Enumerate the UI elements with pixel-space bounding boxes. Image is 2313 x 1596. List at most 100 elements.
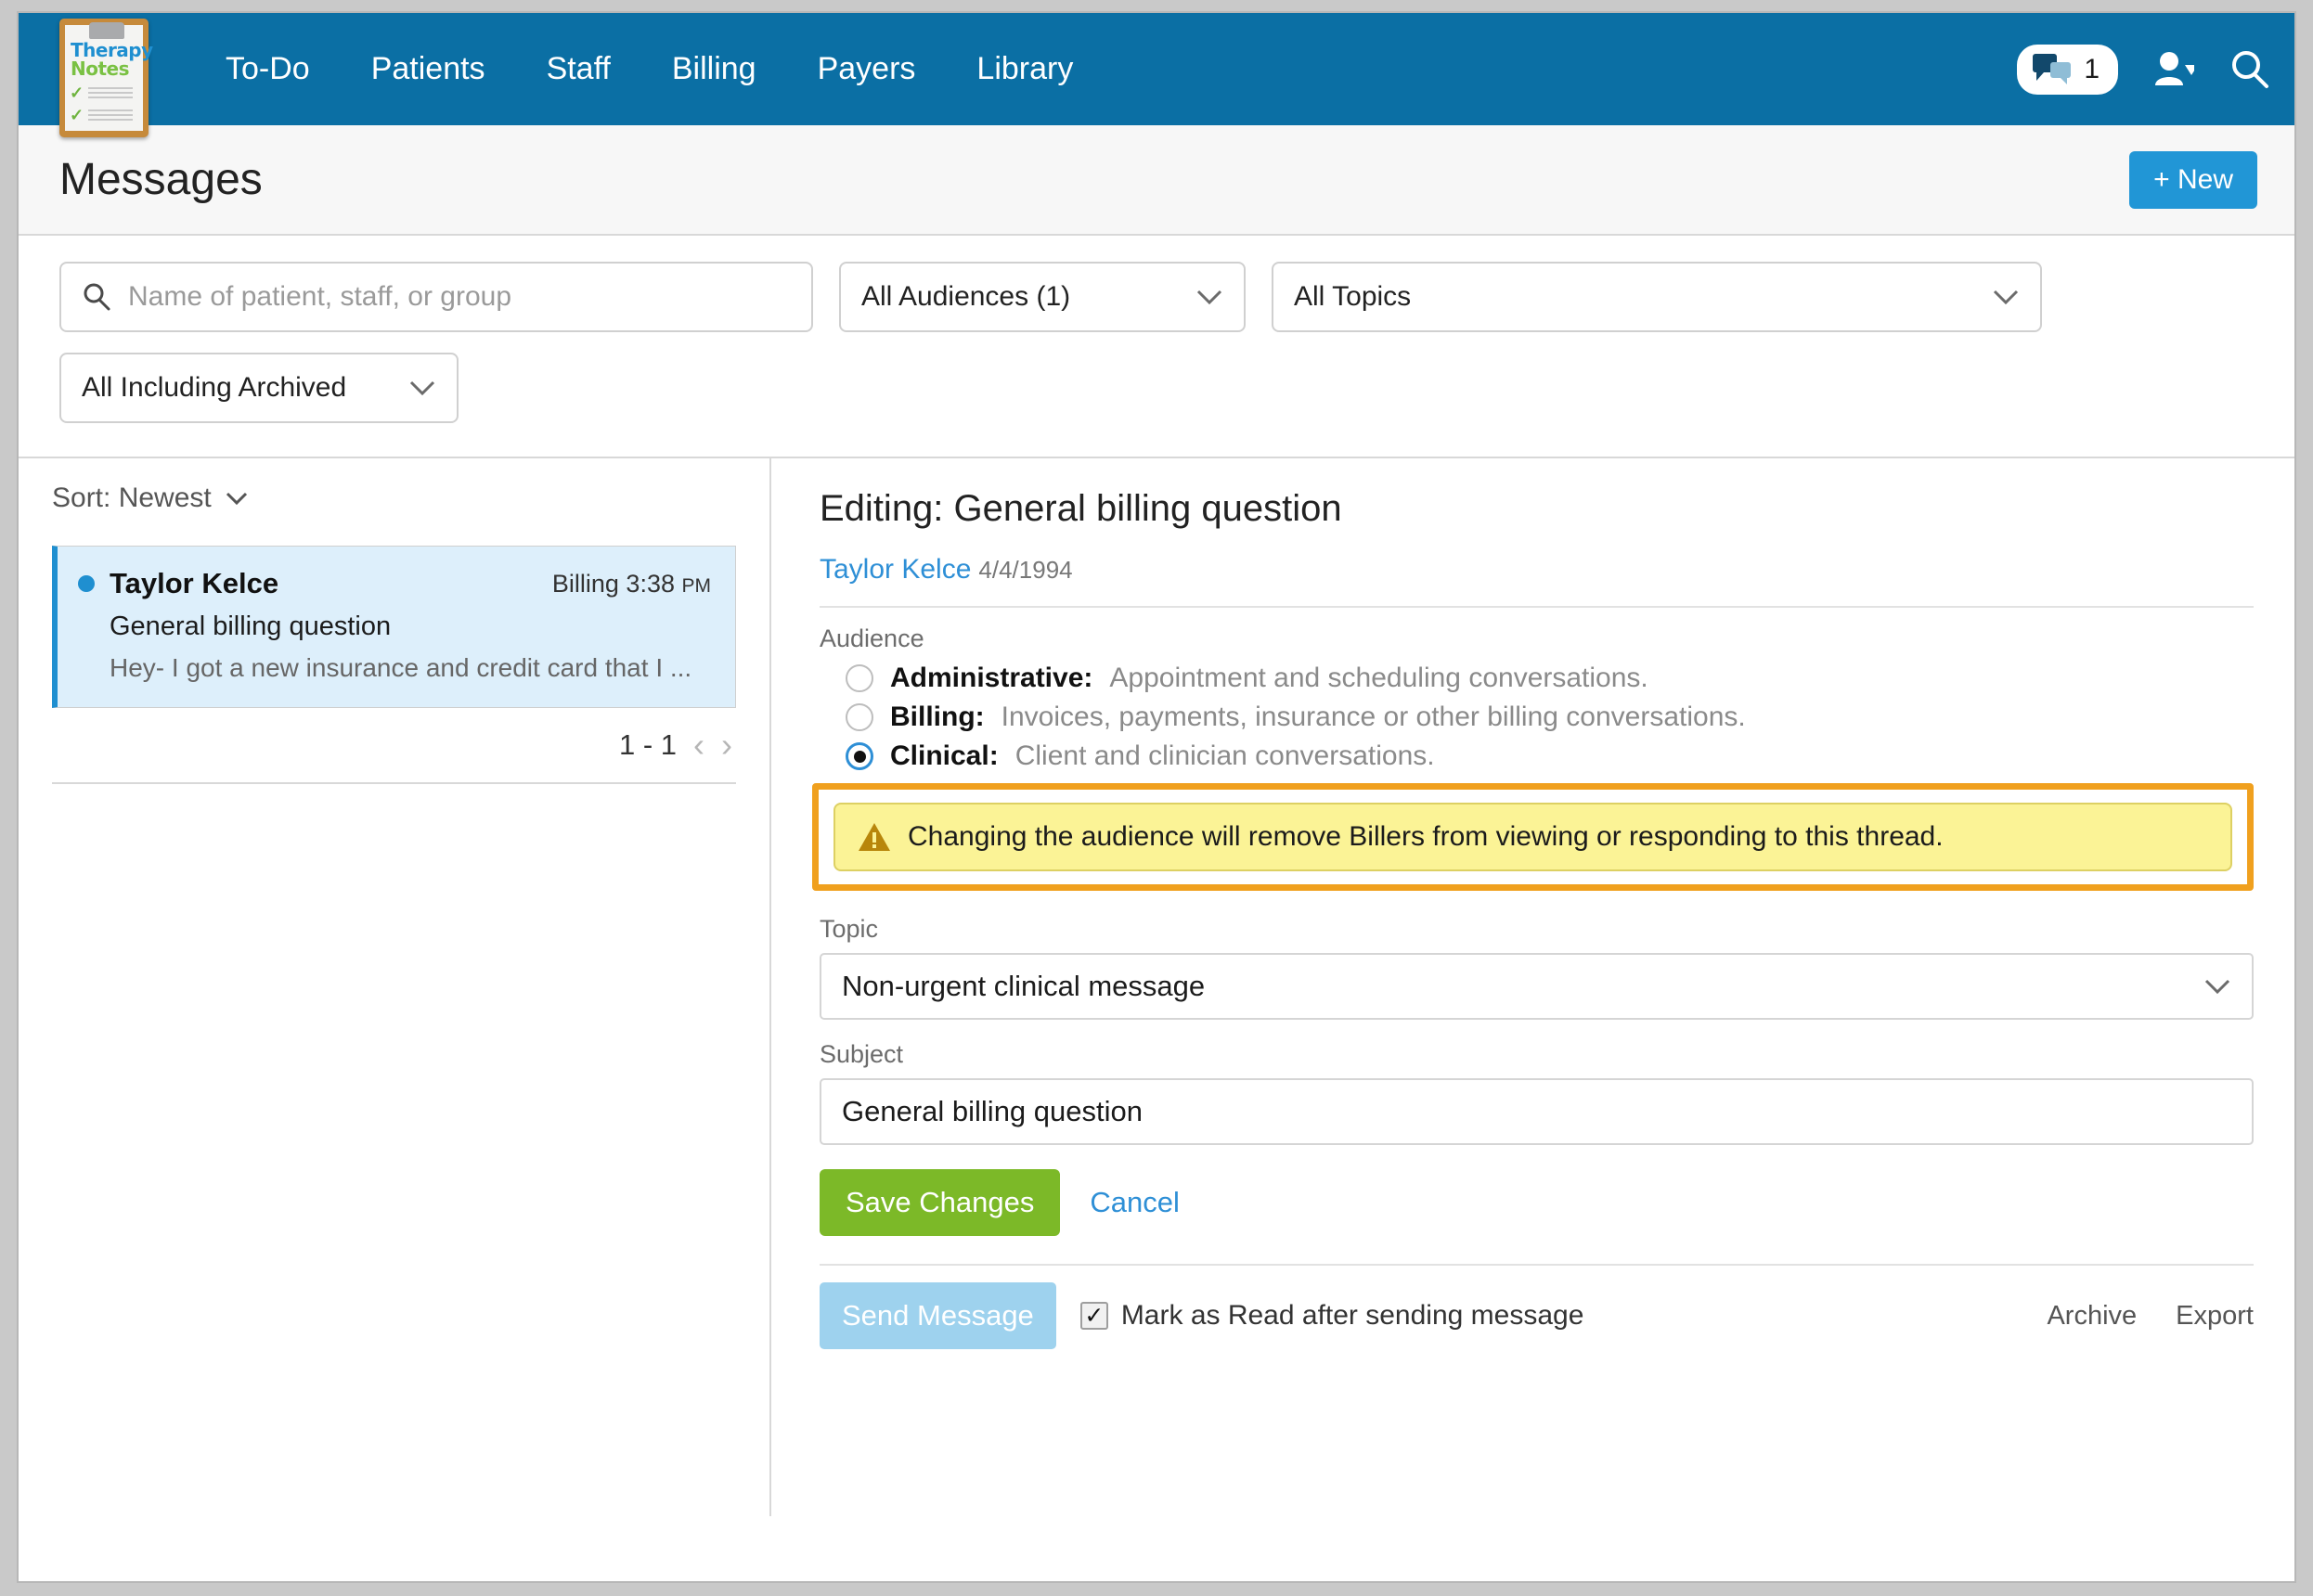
page-header: Messages + New <box>19 125 2294 236</box>
checkbox-checked-icon: ✓ <box>1080 1302 1108 1330</box>
patient-name-link[interactable]: Taylor Kelce <box>820 554 971 585</box>
edit-actions: Save Changes Cancel <box>820 1169 2254 1236</box>
divider <box>820 606 2254 608</box>
chevron-down-icon <box>225 491 249 506</box>
sort-label: Sort: Newest <box>52 483 212 514</box>
search-button[interactable] <box>2229 49 2270 90</box>
radio-option-billing[interactable]: Billing: Invoices, payments, insurance o… <box>846 701 2254 733</box>
radio-label: Clinical: <box>890 740 999 772</box>
pager-range: 1 - 1 <box>619 728 677 762</box>
radio-label: Billing: <box>890 701 985 733</box>
search-icon <box>82 282 111 312</box>
search-icon <box>2229 49 2270 90</box>
user-menu-button[interactable] <box>2153 50 2194 89</box>
radio-button-selected[interactable] <box>846 742 873 770</box>
message-footer-actions: Send Message ✓ Mark as Read after sendin… <box>820 1264 2254 1349</box>
nav-link-staff[interactable]: Staff <box>516 42 641 97</box>
chevron-down-icon <box>2203 978 2231 995</box>
check-mark-icon: ✓ <box>70 85 84 100</box>
pager-prev-button[interactable]: ‹ <box>693 728 704 762</box>
topic-select[interactable]: Non-urgent clinical message <box>820 953 2254 1020</box>
subject-label: Subject <box>820 1040 2254 1069</box>
nav-link-payers[interactable]: Payers <box>787 42 947 97</box>
audience-change-warning: Changing the audience will remove Biller… <box>833 803 2232 871</box>
content-split: Sort: Newest Taylor Kelce Billing 3:38 P… <box>19 457 2294 1516</box>
mark-as-read-label: Mark as Read after sending message <box>1121 1300 1584 1332</box>
audiences-filter-value: All Audiences (1) <box>861 281 1070 313</box>
nav-link-library[interactable]: Library <box>946 42 1104 97</box>
export-link[interactable]: Export <box>2176 1301 2254 1332</box>
subject-value: General billing question <box>842 1095 1143 1128</box>
check-mark-icon: ✓ <box>70 108 84 122</box>
patient-info: Taylor Kelce4/4/1994 <box>820 554 2254 586</box>
cancel-link[interactable]: Cancel <box>1090 1186 1180 1219</box>
archived-filter-value: All Including Archived <box>82 372 346 404</box>
pager-next-button[interactable]: › <box>721 728 732 762</box>
thread-audience: Billing <box>552 570 619 598</box>
topics-filter-value: All Topics <box>1294 281 1411 313</box>
archived-filter-select[interactable]: All Including Archived <box>59 353 459 423</box>
chevron-down-icon <box>1992 289 2020 305</box>
radio-option-administrative[interactable]: Administrative: Appointment and scheduli… <box>846 663 2254 694</box>
warning-text: Changing the audience will remove Biller… <box>908 821 1944 853</box>
search-input[interactable]: Name of patient, staff, or group <box>59 262 813 332</box>
unread-indicator-dot <box>78 575 95 592</box>
topics-filter-select[interactable]: All Topics <box>1272 262 2042 332</box>
chevron-down-icon <box>1195 289 1223 305</box>
save-changes-button[interactable]: Save Changes <box>820 1169 1060 1236</box>
nav-link-to-do[interactable]: To-Do <box>195 42 341 97</box>
patient-dob: 4/4/1994 <box>978 556 1072 584</box>
mark-as-read-checkbox[interactable]: ✓ Mark as Read after sending message <box>1080 1300 1584 1332</box>
list-item[interactable]: Taylor Kelce Billing 3:38 PM General bil… <box>52 546 736 708</box>
radio-description: Client and clinician conversations. <box>1015 740 1435 772</box>
filter-toolbar: Name of patient, staff, or group All Aud… <box>19 236 2294 457</box>
thread-subject: General billing question <box>110 611 711 642</box>
thread-time: 3:38 <box>626 570 675 598</box>
filter-row-secondary: All Including Archived <box>59 353 2254 423</box>
topic-label: Topic <box>820 915 2254 944</box>
footer-links: Archive Export <box>2047 1301 2254 1332</box>
message-list-pane: Sort: Newest Taylor Kelce Billing 3:38 P… <box>19 458 771 1516</box>
user-icon <box>2153 50 2194 89</box>
thread-preview: Hey- I got a new insurance and credit ca… <box>110 653 711 683</box>
logo-word-notes: Notes <box>71 58 129 80</box>
nav-link-patients[interactable]: Patients <box>341 42 516 97</box>
topic-value: Non-urgent clinical message <box>842 970 1205 1003</box>
audiences-filter-select[interactable]: All Audiences (1) <box>839 262 1246 332</box>
list-pager: 1 - 1 ‹ › <box>52 708 736 784</box>
messages-icon <box>2032 53 2074 86</box>
message-detail-pane: Editing: General billing question Taylor… <box>771 458 2294 1516</box>
warning-highlight-frame: Changing the audience will remove Biller… <box>812 783 2254 891</box>
radio-description: Appointment and scheduling conversations… <box>1109 663 1648 694</box>
detail-title: Editing: General billing question <box>820 488 2254 530</box>
application-window: Therapy Notes ✓ ✓ To-Do Patients Staff B… <box>17 11 2296 1583</box>
thread-sender-name: Taylor Kelce <box>110 567 278 600</box>
filter-row-primary: Name of patient, staff, or group All Aud… <box>59 262 2254 332</box>
subject-input[interactable]: General billing question <box>820 1078 2254 1145</box>
radio-button[interactable] <box>846 703 873 731</box>
nav-link-billing[interactable]: Billing <box>641 42 787 97</box>
radio-label: Administrative: <box>890 663 1092 694</box>
thread-header-row: Taylor Kelce Billing 3:38 PM <box>78 567 711 600</box>
new-message-button[interactable]: + New <box>2129 151 2257 209</box>
main-nav-links: To-Do Patients Staff Billing Payers Libr… <box>195 42 1104 97</box>
send-message-button[interactable]: Send Message <box>820 1282 1056 1349</box>
nav-right-actions: 1 <box>2017 13 2270 125</box>
chevron-down-icon <box>408 380 436 396</box>
radio-description: Invoices, payments, insurance or other b… <box>1001 701 1746 733</box>
clipboard-logo-icon: Therapy Notes ✓ ✓ <box>59 19 149 137</box>
thread-meta: Billing 3:38 PM <box>552 570 711 598</box>
search-placeholder: Name of patient, staff, or group <box>128 281 511 313</box>
archive-link[interactable]: Archive <box>2047 1301 2137 1332</box>
audience-label: Audience <box>820 624 2254 653</box>
radio-option-clinical[interactable]: Clinical: Client and clinician conversat… <box>846 740 2254 772</box>
messages-button[interactable]: 1 <box>2017 45 2118 95</box>
messages-badge-count: 1 <box>2084 54 2100 85</box>
top-navigation-bar: Therapy Notes ✓ ✓ To-Do Patients Staff B… <box>19 13 2294 125</box>
thread-time-ampm: PM <box>682 575 712 597</box>
therapynotes-logo[interactable]: Therapy Notes ✓ ✓ <box>43 11 162 143</box>
sort-selector[interactable]: Sort: Newest <box>52 483 249 514</box>
radio-button[interactable] <box>846 664 873 692</box>
warning-triangle-icon <box>858 821 891 853</box>
page-title: Messages <box>59 154 263 205</box>
